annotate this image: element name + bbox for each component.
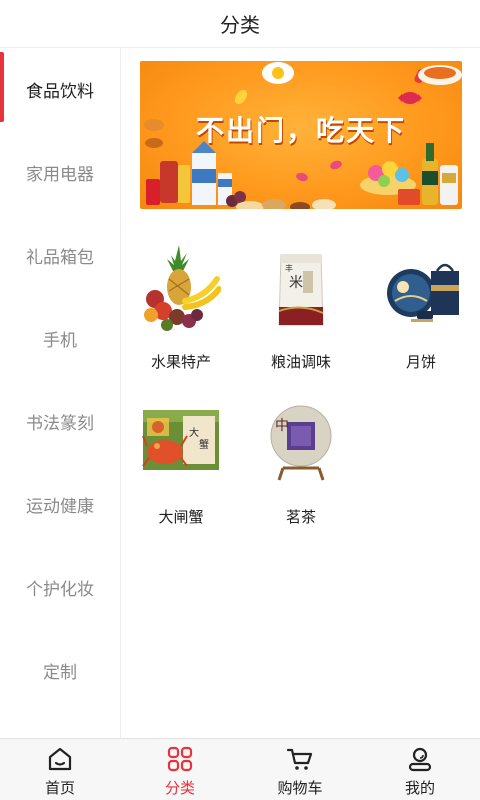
subcategory-label: 茗茶 [285,508,316,526]
sidebar-item-label: 个护化妆 [26,580,94,600]
sidebar-item-calligraphy[interactable]: 书法篆刻 [0,380,120,463]
category-icon [167,746,193,772]
sidebar-item-label: 手机 [43,331,77,351]
cart-icon [286,748,313,770]
banner-slogan: 不出门，吃天下 [195,114,406,147]
sidebar-item-label: 运动健康 [26,497,94,517]
sidebar-item-label: 家用电器 [26,165,94,185]
user-icon [408,747,432,772]
tab-label: 分类 [164,779,195,797]
subcategory-tea[interactable]: 中 茗茶 [241,388,361,538]
subcategory-grain-oil[interactable]: 米 丰 粮油调味 [241,233,361,383]
tab-home[interactable]: 首页 [0,739,120,800]
category-content: 不出门，吃天下 水果特产 米 丰 粮油调味 月饼 大 蟹 大闸蟹 中 茗茶 [121,48,480,738]
category-sidebar: 食品饮料 家用电器 礼品箱包 手机 书法篆刻 运动健康 个护化妆 定制 [0,48,121,738]
sidebar-item-sports-health[interactable]: 运动健康 [0,463,120,546]
home-icon [48,747,72,771]
sidebar-item-appliances[interactable]: 家用电器 [0,131,120,214]
svg-text:米: 米 [289,275,303,291]
fruit-basket-image [141,241,221,336]
subcategory-fruit[interactable]: 水果特产 [121,233,241,383]
sidebar-item-label: 食品饮料 [26,82,94,102]
svg-text:大: 大 [189,426,199,439]
sidebar-item-label: 礼品箱包 [26,248,94,268]
tab-label: 购物车 [277,779,323,797]
tab-cart[interactable]: 购物车 [240,739,360,800]
sidebar-item-custom[interactable]: 定制 [0,629,120,712]
sidebar-item-gifts-bags[interactable]: 礼品箱包 [0,214,120,297]
tab-me[interactable]: 我的 [360,739,480,800]
crab-gift-box-image: 大 蟹 [141,396,221,491]
tea-cake-image: 中 [261,396,341,491]
subcategory-label: 月饼 [405,353,436,371]
subcategory-label: 大闸蟹 [158,508,204,526]
sidebar-item-label: 书法篆刻 [26,414,94,434]
subcategory-label: 水果特产 [150,353,211,371]
tab-label: 首页 [44,779,75,797]
tab-label: 我的 [404,779,435,797]
sidebar-item-phones[interactable]: 手机 [0,297,120,380]
promo-banner[interactable]: 不出门，吃天下 [140,61,462,209]
page-title: 分类 [220,13,260,37]
sidebar-item-label: 定制 [43,663,77,683]
svg-text:蟹: 蟹 [199,438,209,451]
subcategory-label: 粮油调味 [270,353,331,371]
mooncake-gift-box-image [381,241,461,336]
top-header: 分类 [0,0,480,48]
bottom-tab-bar: 首页 分类 购物车 我的 [0,738,480,800]
sidebar-item-personal-care[interactable]: 个护化妆 [0,546,120,629]
rice-bag-image: 米 丰 [261,241,341,336]
tab-category[interactable]: 分类 [120,739,240,800]
subcategory-hairy-crab[interactable]: 大 蟹 大闸蟹 [121,388,241,538]
svg-text:中: 中 [275,418,289,434]
sidebar-item-food-drink[interactable]: 食品饮料 [0,48,120,131]
subcategory-mooncake[interactable]: 月饼 [361,233,480,383]
svg-text:丰: 丰 [285,263,293,273]
